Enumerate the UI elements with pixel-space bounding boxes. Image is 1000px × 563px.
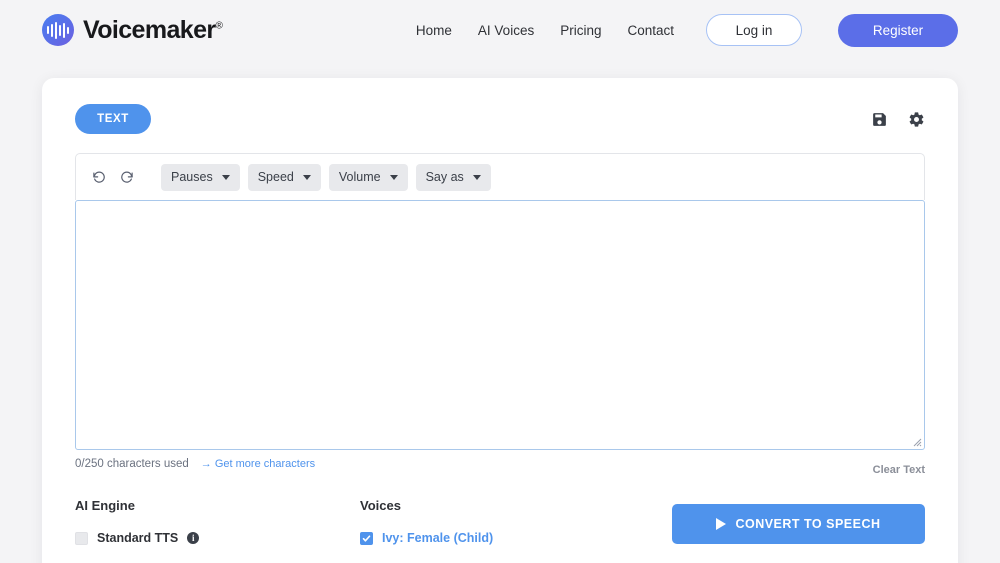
speed-dropdown[interactable]: Speed xyxy=(248,164,321,191)
redo-icon[interactable] xyxy=(117,170,136,185)
character-counter: 0/250 characters used xyxy=(75,458,189,470)
tts-card: TEXT xyxy=(42,78,958,563)
volume-dropdown[interactable]: Volume xyxy=(329,164,408,191)
site-header: Voicemaker® Home AI Voices Pricing Conta… xyxy=(0,0,1000,60)
register-button[interactable]: Register xyxy=(838,14,958,47)
main-navigation: Home AI Voices Pricing Contact Log in Re… xyxy=(416,14,958,47)
options-section: AI Engine Standard TTS i Voices Ivy: Fem… xyxy=(75,498,925,545)
page-root: Voicemaker® Home AI Voices Pricing Conta… xyxy=(0,0,1000,563)
clear-text-button[interactable]: Clear Text xyxy=(873,464,925,476)
info-icon[interactable]: i xyxy=(187,532,199,544)
ai-engine-title: AI Engine xyxy=(75,498,360,513)
speed-dropdown-label: Speed xyxy=(258,170,294,184)
text-editor: Pauses Speed Volume Say as xyxy=(75,153,925,476)
registered-mark: ® xyxy=(216,20,223,31)
say-as-dropdown-label: Say as xyxy=(426,170,464,184)
play-icon xyxy=(716,518,726,530)
ai-engine-column: AI Engine Standard TTS i xyxy=(75,498,360,545)
ivy-voice-checkbox[interactable] xyxy=(360,532,373,545)
login-button[interactable]: Log in xyxy=(706,14,802,46)
pauses-dropdown-label: Pauses xyxy=(171,170,213,184)
textarea-container xyxy=(75,200,925,450)
nav-item-pricing[interactable]: Pricing xyxy=(560,23,601,38)
chevron-down-icon xyxy=(303,175,311,180)
ivy-voice-label: Ivy: Female (Child) xyxy=(382,531,493,545)
tab-text[interactable]: TEXT xyxy=(75,104,151,134)
get-more-characters-link[interactable]: → Get more characters xyxy=(201,458,315,470)
voice-option-ivy[interactable]: Ivy: Female (Child) xyxy=(360,531,640,545)
standard-tts-checkbox[interactable] xyxy=(75,532,88,545)
volume-dropdown-label: Volume xyxy=(339,170,381,184)
voices-title: Voices xyxy=(360,498,640,513)
editor-toolbar: Pauses Speed Volume Say as xyxy=(75,153,925,200)
gear-icon[interactable] xyxy=(908,111,925,128)
engine-option-standard-tts[interactable]: Standard TTS i xyxy=(75,531,360,545)
card-header: TEXT xyxy=(75,104,925,134)
brand-logo[interactable]: Voicemaker® xyxy=(42,14,222,46)
brand-name: Voicemaker® xyxy=(83,16,222,45)
convert-to-speech-label: CONVERT TO SPEECH xyxy=(735,517,880,531)
nav-item-contact[interactable]: Contact xyxy=(627,23,674,38)
convert-to-speech-button[interactable]: CONVERT TO SPEECH xyxy=(672,504,925,544)
pauses-dropdown[interactable]: Pauses xyxy=(161,164,240,191)
waveform-logo-icon xyxy=(42,14,74,46)
save-icon[interactable] xyxy=(871,111,888,128)
brand-name-text: Voicemaker xyxy=(83,16,216,44)
card-actions xyxy=(871,111,925,128)
voices-column: Voices Ivy: Female (Child) xyxy=(360,498,640,545)
chevron-down-icon xyxy=(222,175,230,180)
speech-text-input[interactable] xyxy=(75,200,925,450)
undo-icon[interactable] xyxy=(90,170,109,185)
chevron-down-icon xyxy=(473,175,481,180)
standard-tts-label: Standard TTS xyxy=(97,531,178,545)
editor-meta: 0/250 characters used → Get more charact… xyxy=(75,458,925,476)
convert-column: CONVERT TO SPEECH xyxy=(672,498,925,545)
say-as-dropdown[interactable]: Say as xyxy=(416,164,491,191)
nav-item-home[interactable]: Home xyxy=(416,23,452,38)
nav-item-ai-voices[interactable]: AI Voices xyxy=(478,23,534,38)
chevron-down-icon xyxy=(390,175,398,180)
